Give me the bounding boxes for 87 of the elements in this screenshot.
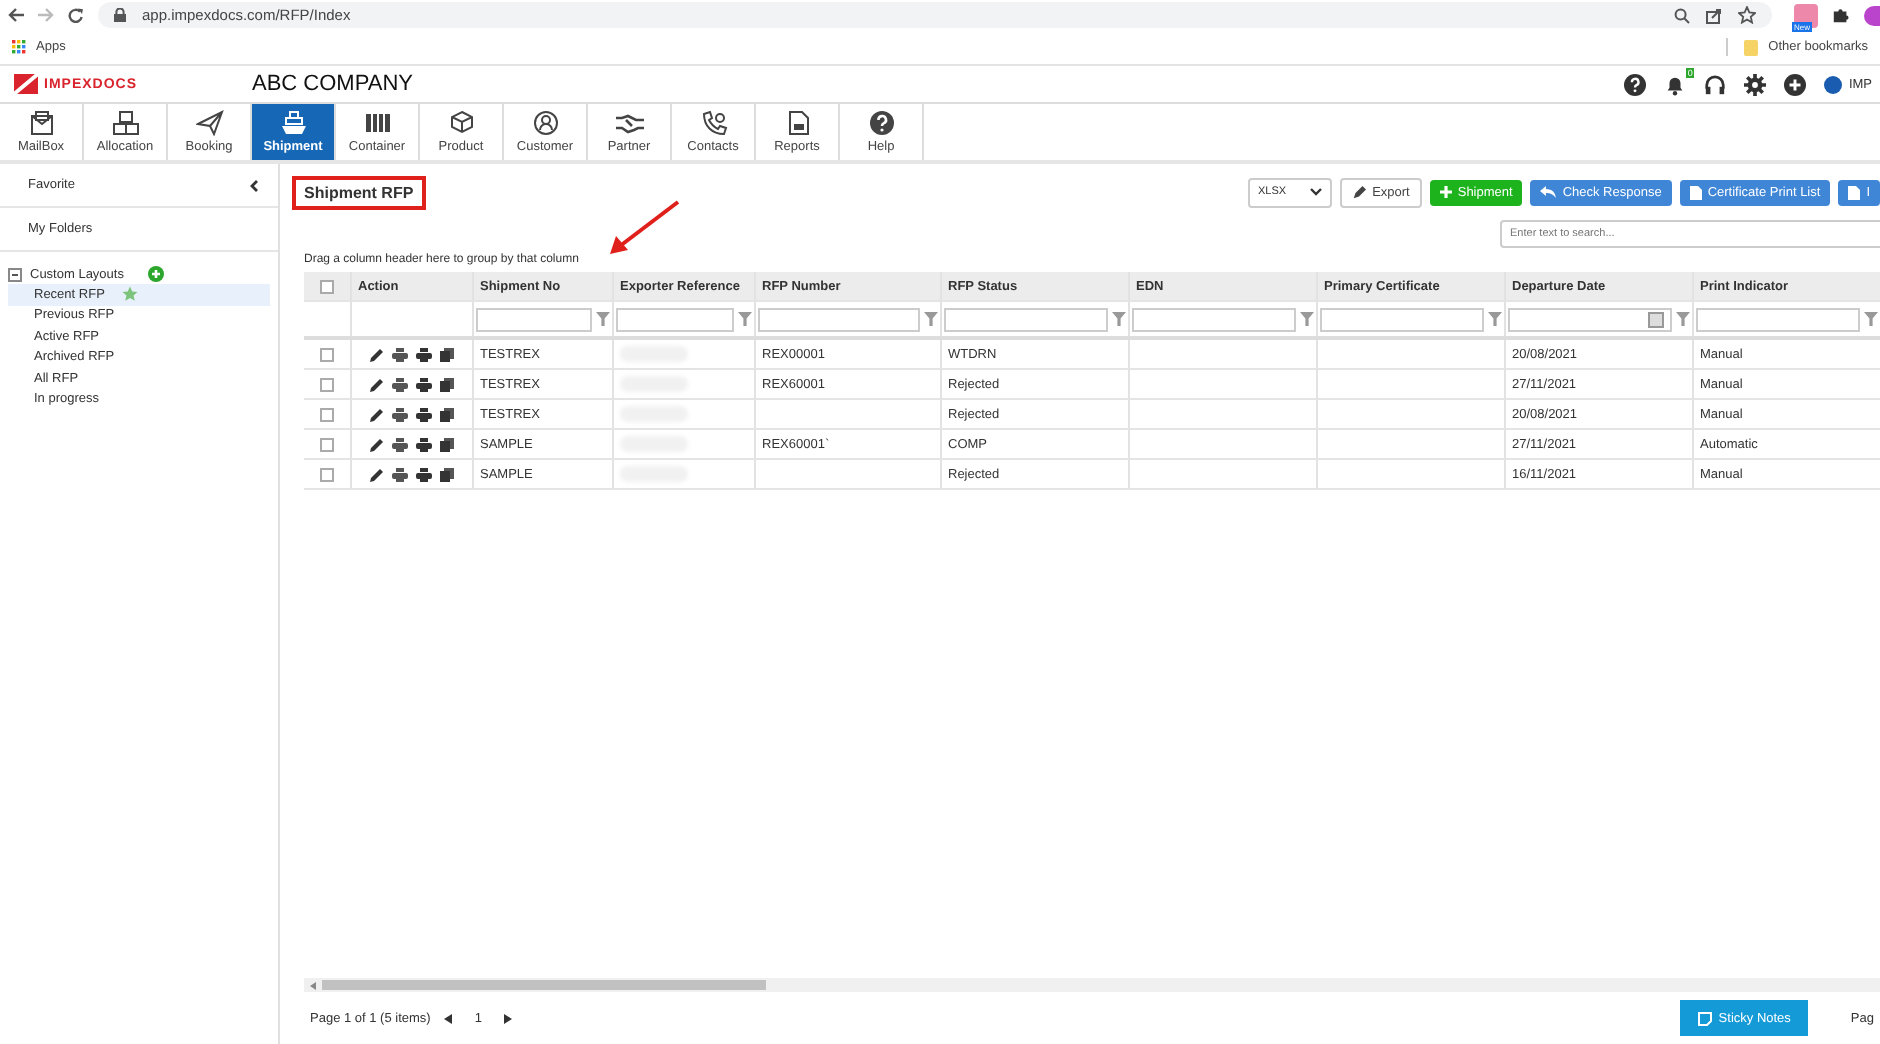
pencil-icon[interactable]	[370, 467, 384, 481]
bell-icon[interactable]	[1664, 73, 1687, 95]
user-avatar[interactable]	[1824, 75, 1843, 93]
paper-plane-icon	[195, 110, 223, 136]
logo-icon	[14, 74, 38, 94]
copy-icon[interactable]	[440, 347, 454, 361]
share-icon[interactable]	[1706, 7, 1722, 23]
filter-field[interactable]	[944, 307, 1108, 331]
document-icon	[1689, 185, 1702, 199]
row-checkbox[interactable]	[320, 407, 334, 421]
previous-page-icon[interactable]	[444, 1013, 453, 1023]
container-icon	[363, 110, 391, 136]
add-circle-icon[interactable]	[1784, 73, 1807, 95]
zoom-icon[interactable]	[1674, 7, 1690, 23]
printer-icon[interactable]	[416, 437, 432, 451]
calendar-icon[interactable]	[1648, 311, 1664, 327]
printer-icon[interactable]	[392, 377, 408, 391]
row-checkbox[interactable]	[320, 467, 334, 481]
package-icon	[447, 110, 475, 136]
chevron-down-icon	[1310, 188, 1323, 196]
boxes-icon	[111, 110, 139, 136]
filter-field[interactable]	[758, 307, 920, 331]
printer-icon[interactable]	[416, 377, 432, 391]
filter-field[interactable]	[1132, 307, 1296, 331]
filter-icon[interactable]	[1864, 312, 1878, 326]
printer-icon[interactable]	[392, 437, 408, 451]
puzzle-icon[interactable]	[1832, 6, 1850, 24]
printer-icon[interactable]	[392, 407, 408, 421]
printer-icon[interactable]	[392, 347, 408, 361]
reply-icon	[1540, 186, 1557, 198]
filter-icon[interactable]	[1300, 312, 1314, 326]
collapse-icon[interactable]	[250, 179, 258, 191]
filter-icon[interactable]	[1488, 312, 1502, 326]
filter-field[interactable]	[1508, 307, 1672, 331]
lock-icon	[114, 8, 126, 22]
filter-field[interactable]	[476, 307, 592, 331]
select-all-checkbox[interactable]	[320, 279, 334, 293]
tree-toggle-icon[interactable]	[8, 267, 22, 281]
filter-field[interactable]	[616, 307, 734, 331]
horizontal-scrollbar[interactable]	[304, 978, 1880, 992]
pencil-icon[interactable]	[370, 377, 384, 391]
next-page-icon[interactable]	[503, 1013, 512, 1023]
settings-icon[interactable]	[1744, 73, 1767, 95]
filter-field[interactable]	[1696, 307, 1860, 331]
pencil-icon[interactable]	[370, 407, 384, 421]
back-icon[interactable]	[8, 8, 24, 22]
filter-icon[interactable]	[924, 312, 938, 326]
star-icon[interactable]	[1738, 6, 1756, 24]
printer-icon[interactable]	[416, 407, 432, 421]
copy-icon[interactable]	[440, 437, 454, 451]
printer-icon[interactable]	[416, 347, 432, 361]
add-icon[interactable]	[147, 266, 164, 282]
star-icon[interactable]	[122, 286, 139, 303]
row-checkbox[interactable]	[320, 437, 334, 451]
filter-icon[interactable]	[1676, 312, 1690, 326]
row-checkbox[interactable]	[320, 347, 334, 361]
plus-icon	[1439, 186, 1452, 198]
phone-icon	[699, 110, 727, 136]
profile-avatar[interactable]	[1864, 5, 1880, 25]
printer-icon[interactable]	[416, 467, 432, 481]
filter-icon[interactable]	[738, 312, 752, 326]
reload-icon[interactable]	[68, 7, 84, 23]
document-icon	[783, 110, 811, 136]
apps-grid-icon[interactable]	[12, 40, 26, 54]
handshake-icon	[615, 110, 643, 136]
copy-icon[interactable]	[440, 377, 454, 391]
printer-icon[interactable]	[392, 467, 408, 481]
headset-icon[interactable]	[1704, 73, 1727, 95]
pencil-icon[interactable]	[370, 437, 384, 451]
company-name: ABC COMPANY	[252, 72, 413, 96]
person-icon	[531, 110, 559, 136]
mailbox-icon	[27, 110, 55, 136]
filter-field[interactable]	[1320, 307, 1484, 331]
note-icon	[1698, 1011, 1713, 1025]
help-icon[interactable]	[1624, 73, 1647, 95]
page-title: Shipment RFP	[292, 175, 426, 209]
filter-icon[interactable]	[1112, 312, 1126, 326]
pencil-icon[interactable]	[370, 347, 384, 361]
filter-icon[interactable]	[596, 312, 610, 326]
scroll-left-icon[interactable]	[310, 981, 316, 989]
document-icon	[1848, 185, 1861, 199]
folder-icon	[1744, 39, 1759, 55]
row-checkbox[interactable]	[320, 377, 334, 391]
help-icon	[867, 110, 895, 136]
copy-icon[interactable]	[440, 467, 454, 481]
ship-icon	[279, 110, 307, 136]
copy-icon[interactable]	[440, 407, 454, 421]
